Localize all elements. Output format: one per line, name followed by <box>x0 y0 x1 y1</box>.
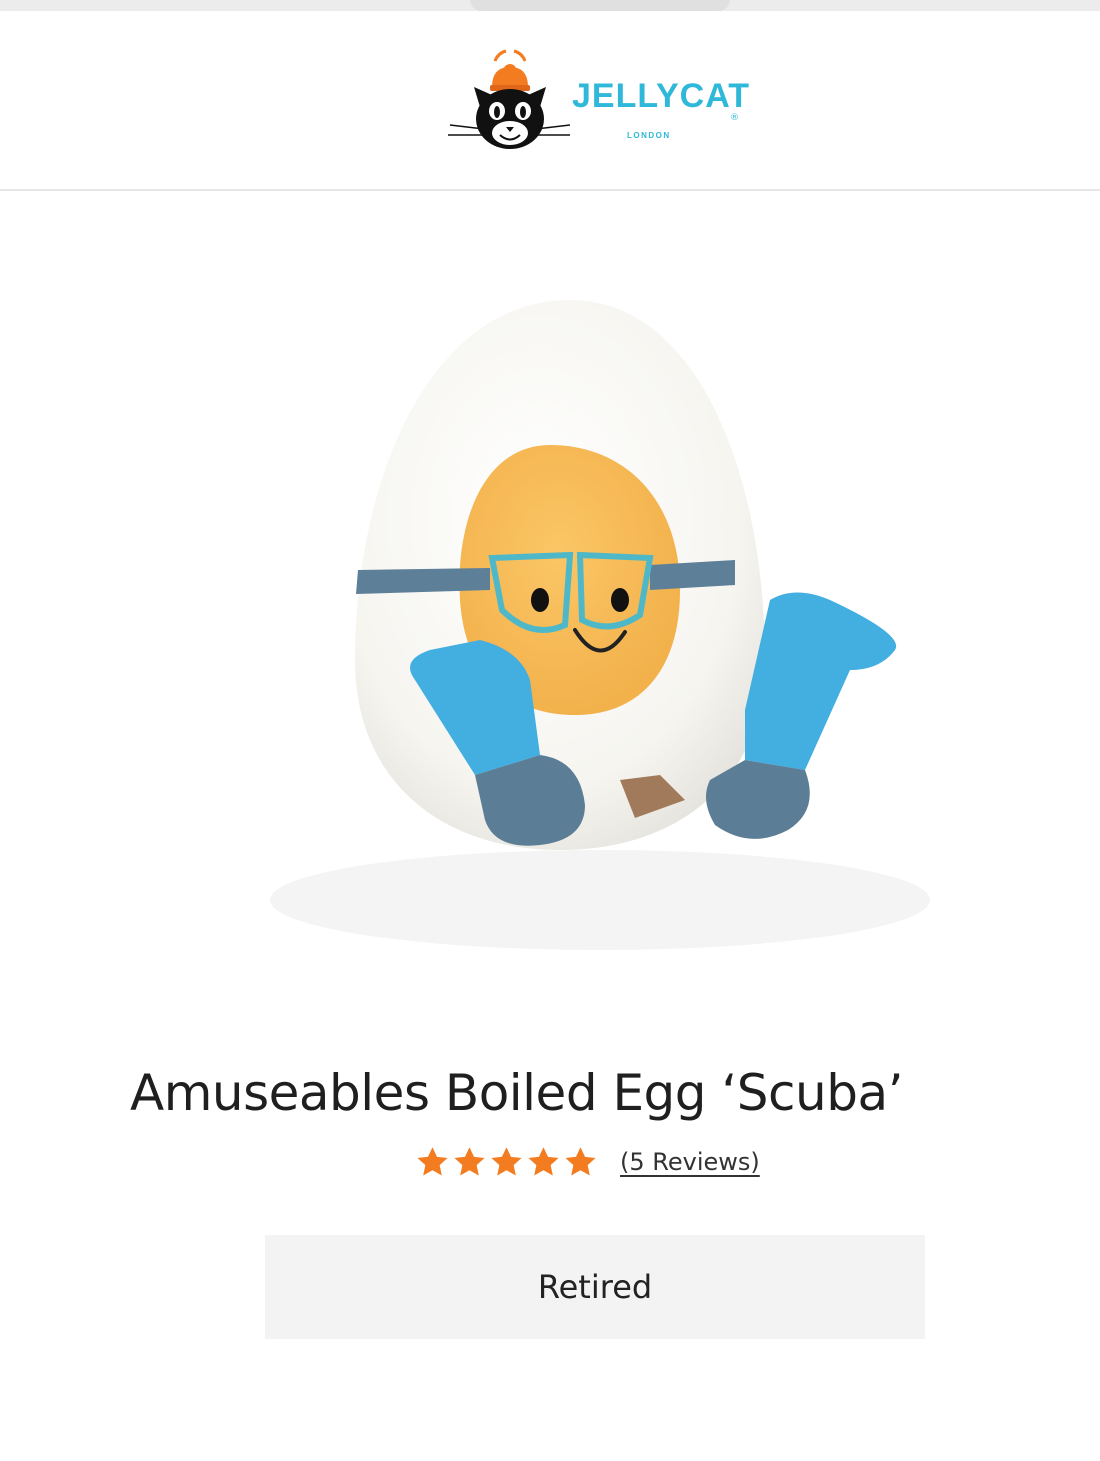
brand-name: JELLYCAT <box>572 77 751 115</box>
star-icon <box>528 1146 559 1175</box>
jellycat-logo[interactable]: JELLYCAT ® LONDON <box>440 47 750 157</box>
star-rating <box>415 1145 598 1180</box>
top-bar-shadow <box>470 0 730 11</box>
brand-subtitle: LONDON <box>627 131 671 140</box>
reviews-link[interactable]: (5 Reviews) <box>620 1148 760 1176</box>
browser-top-bar <box>0 0 1100 11</box>
star-icon <box>565 1146 596 1175</box>
boiled-egg-plush-image <box>270 300 930 950</box>
site-header: JELLYCAT ® LONDON <box>0 11 1100 191</box>
jellycat-cat-icon <box>448 49 570 149</box>
star-icon <box>454 1146 485 1175</box>
product-title: Amuseables Boiled Egg ‘Scuba’ <box>130 1063 904 1122</box>
star-icon <box>491 1146 522 1175</box>
product-image[interactable] <box>240 240 1000 970</box>
star-icon <box>417 1146 448 1175</box>
product-rating: (5 Reviews) <box>415 1140 760 1184</box>
registered-mark: ® <box>730 113 739 123</box>
retired-status-button[interactable]: Retired <box>265 1235 925 1339</box>
